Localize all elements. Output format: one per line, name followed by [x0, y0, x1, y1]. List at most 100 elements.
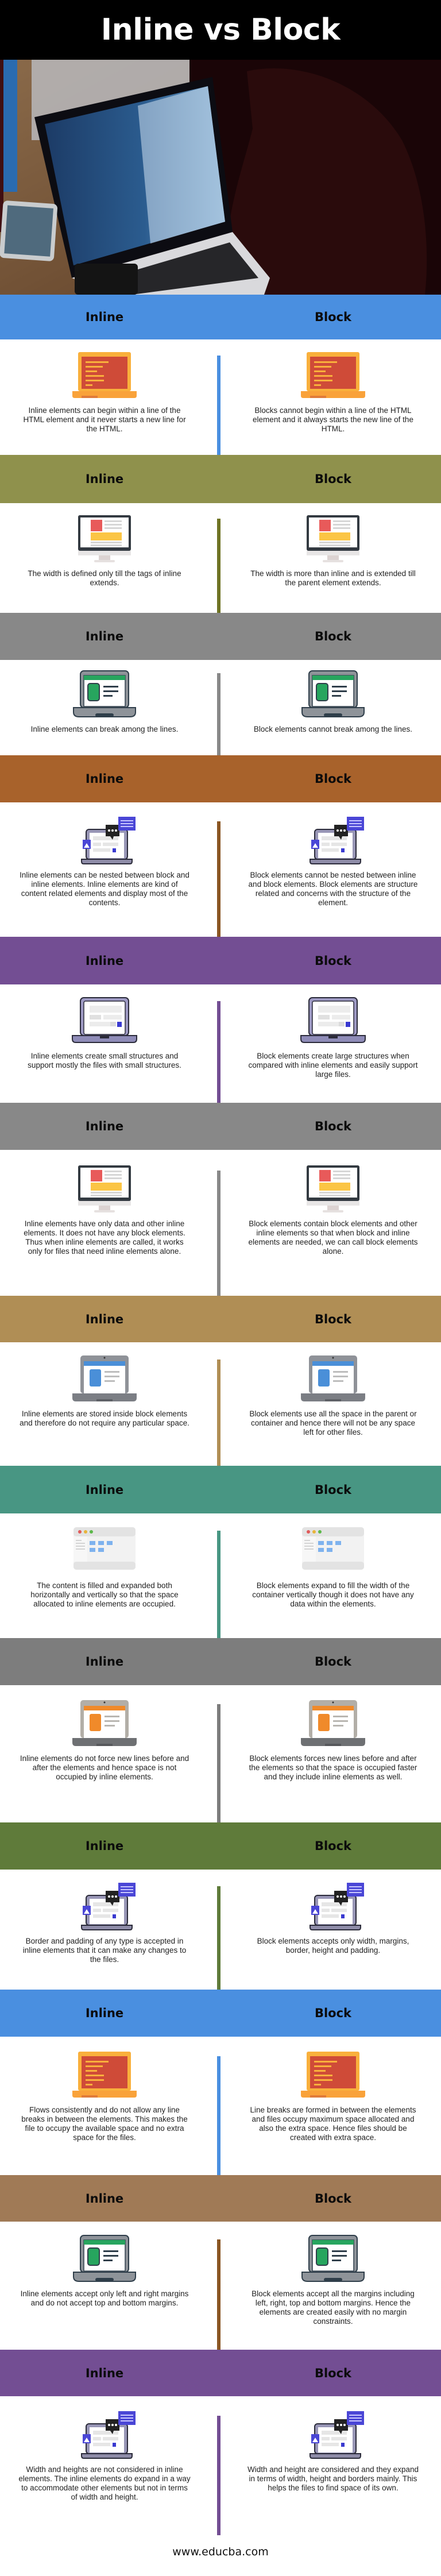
laptop-chat-bubbles-icon — [18, 1880, 191, 1931]
inline-description: Inline elements can break among the line… — [30, 725, 179, 733]
column-divider — [217, 2056, 220, 2175]
block-description: Block elements forces new lines before a… — [249, 1754, 417, 1781]
block-cell: Blocks cannot begin within a line of the… — [247, 350, 419, 434]
column-label-inline: Inline — [85, 472, 124, 486]
column-label-inline: Inline — [85, 2006, 124, 2020]
comparison-row: Width and heights are not considered in … — [0, 2396, 441, 2535]
column-label-block: Block — [314, 472, 352, 486]
section-header: Inline Block — [0, 1296, 441, 1342]
green-laptop-icon — [247, 669, 419, 719]
block-description: The width is more than inline and is ext… — [250, 569, 416, 587]
blue-laptop-icon — [247, 1353, 419, 1404]
block-description: Line breaks are formed in between the el… — [250, 2106, 416, 2142]
section-header: Inline Block — [0, 1638, 441, 1685]
block-cell: Block elements accepts only width, margi… — [247, 1880, 419, 1955]
green-laptop-icon — [247, 2233, 419, 2284]
orange-laptop-code-icon — [18, 350, 191, 400]
inline-description: Width and heights are not considered in … — [18, 2465, 191, 2501]
footer-url[interactable]: www.educba.com — [0, 2546, 441, 2558]
block-description: Blocks cannot begin within a line of the… — [253, 406, 413, 433]
inline-cell: Inline elements can break among the line… — [18, 669, 191, 734]
column-divider — [217, 1171, 220, 1296]
comparison-row: Flows consistently and do not allow any … — [0, 2037, 441, 2175]
block-cell: Width and height are considered and they… — [247, 2409, 419, 2493]
column-label-inline: Inline — [85, 1839, 124, 1853]
orange-laptop-code-icon — [247, 2049, 419, 2100]
column-label-block: Block — [314, 629, 352, 643]
desktop-monitor-icon — [18, 513, 191, 563]
column-label-block: Block — [314, 310, 352, 324]
column-label-inline: Inline — [85, 1655, 124, 1669]
section-header: Inline Block — [0, 613, 441, 660]
column-label-block: Block — [314, 2006, 352, 2020]
block-cell: Block elements accept all the margins in… — [247, 2233, 419, 2326]
section-header: Inline Block — [0, 1103, 441, 1150]
column-label-inline: Inline — [85, 629, 124, 643]
column-divider — [217, 673, 220, 755]
inline-description: Inline elements accept only left and rig… — [20, 2289, 189, 2307]
inline-cell: Inline elements are stored inside block … — [18, 1353, 191, 1428]
inline-description: Border and padding of any type is accept… — [22, 1937, 187, 1964]
column-divider — [217, 1704, 220, 1822]
section-header: Inline Block — [0, 1466, 441, 1513]
comparison-row: Inline elements can begin within a line … — [0, 339, 441, 455]
block-cell: Block elements forces new lines before a… — [247, 1698, 419, 1782]
comparison-row: The content is filled and expanded both … — [0, 1513, 441, 1638]
block-description: Width and height are considered and they… — [247, 2465, 419, 2492]
purple-laptop-icon — [18, 995, 191, 1046]
column-label-block: Block — [314, 2366, 352, 2380]
orange-laptop-icon — [247, 1698, 419, 1748]
comparison-row: Inline elements can be nested between bl… — [0, 802, 441, 937]
inline-cell: Inline elements create small structures … — [18, 995, 191, 1070]
block-description: Block elements create large structures w… — [248, 1052, 418, 1079]
section-header: Inline Block — [0, 1990, 441, 2037]
column-label-inline: Inline — [85, 2191, 124, 2206]
comparison-row: Inline elements do not force new lines b… — [0, 1685, 441, 1822]
comparison-row: Border and padding of any type is accept… — [0, 1870, 441, 1990]
column-divider — [217, 2416, 220, 2535]
column-label-inline: Inline — [85, 2366, 124, 2380]
column-label-block: Block — [314, 1839, 352, 1853]
inline-cell: Inline elements have only data and other… — [18, 1163, 191, 1256]
browser-window-grid-icon — [18, 1525, 191, 1575]
comparison-row: Inline elements create small structures … — [0, 984, 441, 1103]
section-header: Inline Block — [0, 937, 441, 984]
block-cell: Block elements use all the space in the … — [247, 1353, 419, 1437]
section-header: Inline Block — [0, 2175, 441, 2222]
inline-cell: Inline elements do not force new lines b… — [18, 1698, 191, 1782]
inline-description: Inline elements have only data and other… — [24, 1219, 185, 1256]
column-label-inline: Inline — [85, 1312, 124, 1326]
laptop-chat-bubbles-icon — [247, 1880, 419, 1931]
block-description: Block elements cannot break among the li… — [253, 725, 413, 733]
column-divider — [217, 356, 220, 455]
column-label-block: Block — [314, 1655, 352, 1669]
block-description: Block elements accept all the margins in… — [252, 2289, 415, 2326]
green-laptop-icon — [18, 2233, 191, 2284]
desktop-monitor-icon — [18, 1163, 191, 1214]
block-description: Block elements cannot be nested between … — [248, 871, 418, 907]
comparison-row: Inline elements are stored inside block … — [0, 1342, 441, 1466]
inline-description: The width is defined only till the tags … — [28, 569, 181, 587]
column-divider — [217, 1531, 220, 1638]
column-label-inline: Inline — [85, 1482, 124, 1497]
column-label-block: Block — [314, 1312, 352, 1326]
green-laptop-icon — [18, 669, 191, 719]
block-cell: Block elements cannot break among the li… — [247, 669, 419, 734]
inline-description: Inline elements can begin within a line … — [23, 406, 186, 433]
column-divider — [217, 821, 220, 937]
column-divider — [217, 519, 220, 613]
laptop-chat-bubbles-icon — [18, 814, 191, 865]
section-header: Inline Block — [0, 2350, 441, 2396]
inline-cell: Inline elements can be nested between bl… — [18, 814, 191, 907]
inline-cell: Border and padding of any type is accept… — [18, 1880, 191, 1964]
block-description: Block elements accepts only width, margi… — [257, 1937, 409, 1955]
column-label-block: Block — [314, 953, 352, 968]
column-divider — [217, 1360, 220, 1466]
comparison-row: The width is defined only till the tags … — [0, 503, 441, 613]
block-cell: Block elements create large structures w… — [247, 995, 419, 1079]
inline-cell: Inline elements can begin within a line … — [18, 350, 191, 434]
column-label-inline: Inline — [85, 772, 124, 786]
comparison-row: Inline elements accept only left and rig… — [0, 2222, 441, 2350]
inline-description: Inline elements can be nested between bl… — [20, 871, 189, 907]
comparison-row: Inline elements can break among the line… — [0, 660, 441, 755]
